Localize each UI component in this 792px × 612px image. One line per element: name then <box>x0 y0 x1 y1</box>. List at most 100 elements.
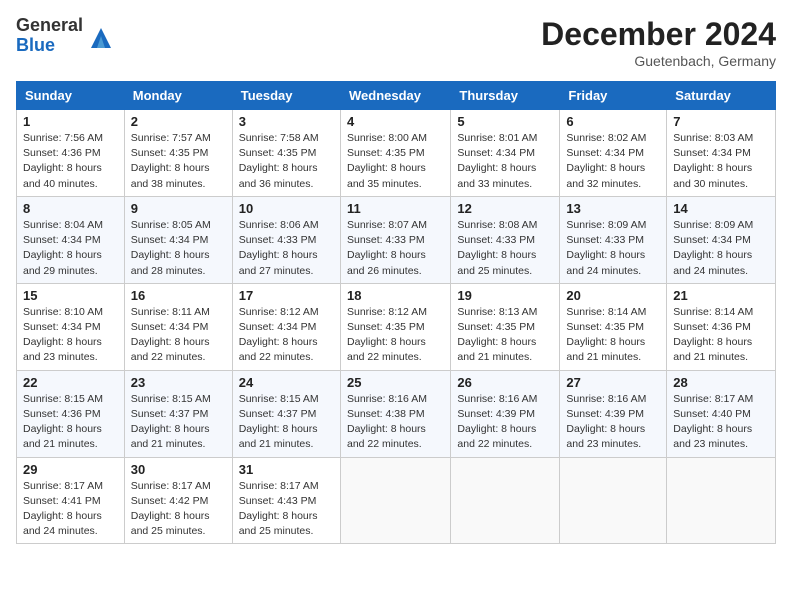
day-number: 21 <box>673 288 769 303</box>
day-info: Sunrise: 8:09 AMSunset: 4:33 PMDaylight:… <box>566 218 660 279</box>
day-info: Sunrise: 8:05 AMSunset: 4:34 PMDaylight:… <box>131 218 226 279</box>
week-row-5: 29Sunrise: 8:17 AMSunset: 4:41 PMDayligh… <box>17 457 776 544</box>
day-number: 18 <box>347 288 444 303</box>
title-section: December 2024 Guetenbach, Germany <box>541 16 776 69</box>
day-info: Sunrise: 8:12 AMSunset: 4:35 PMDaylight:… <box>347 305 444 366</box>
calendar-table: SundayMondayTuesdayWednesdayThursdayFrid… <box>16 81 776 544</box>
calendar-cell: 30Sunrise: 8:17 AMSunset: 4:42 PMDayligh… <box>124 457 232 544</box>
day-number: 20 <box>566 288 660 303</box>
day-info: Sunrise: 8:04 AMSunset: 4:34 PMDaylight:… <box>23 218 118 279</box>
day-header-wednesday: Wednesday <box>340 82 450 110</box>
day-info: Sunrise: 8:08 AMSunset: 4:33 PMDaylight:… <box>457 218 553 279</box>
day-header-row: SundayMondayTuesdayWednesdayThursdayFrid… <box>17 82 776 110</box>
calendar-cell: 5 Sunrise: 8:01 AMSunset: 4:34 PMDaylight… <box>451 110 560 197</box>
day-number: 1 <box>23 114 118 129</box>
calendar-cell: 29Sunrise: 8:17 AMSunset: 4:41 PMDayligh… <box>17 457 125 544</box>
day-info: Sunrise: 8:01 AMSunset: 4:34 PMDaylight:… <box>457 131 553 192</box>
day-number: 3 <box>239 114 334 129</box>
day-number: 17 <box>239 288 334 303</box>
calendar-cell: 15 Sunrise: 8:10 AMSunset: 4:34 PMDayligh… <box>17 283 125 370</box>
calendar-cell: 31 Sunrise: 8:17 AMSunset: 4:43 PMDayligh… <box>232 457 340 544</box>
day-number: 23 <box>131 375 226 390</box>
day-info: Sunrise: 8:14 AMSunset: 4:36 PMDaylight:… <box>673 305 769 366</box>
day-info: Sunrise: 8:17 AMSunset: 4:41 PMDaylight:… <box>23 479 118 540</box>
day-info: Sunrise: 8:11 AMSunset: 4:34 PMDaylight:… <box>131 305 226 366</box>
day-info: Sunrise: 8:16 AMSunset: 4:38 PMDaylight:… <box>347 392 444 453</box>
day-number: 11 <box>347 201 444 216</box>
day-info: Sunrise: 8:15 AMSunset: 4:36 PMDaylight:… <box>23 392 118 453</box>
page-header: General Blue December 2024 Guetenbach, G… <box>16 16 776 69</box>
calendar-cell: 20 Sunrise: 8:14 AMSunset: 4:35 PMDayligh… <box>560 283 667 370</box>
day-info: Sunrise: 8:09 AMSunset: 4:34 PMDaylight:… <box>673 218 769 279</box>
calendar-cell: 9 Sunrise: 8:05 AMSunset: 4:34 PMDaylight… <box>124 196 232 283</box>
calendar-cell: 13 Sunrise: 8:09 AMSunset: 4:33 PMDayligh… <box>560 196 667 283</box>
calendar-cell: 6 Sunrise: 8:02 AMSunset: 4:34 PMDaylight… <box>560 110 667 197</box>
calendar-body: 1 Sunrise: 7:56 AMSunset: 4:36 PMDaylight… <box>17 110 776 544</box>
calendar-cell: 11 Sunrise: 8:07 AMSunset: 4:33 PMDayligh… <box>340 196 450 283</box>
day-number: 5 <box>457 114 553 129</box>
day-number: 24 <box>239 375 334 390</box>
day-info: Sunrise: 8:15 AMSunset: 4:37 PMDaylight:… <box>131 392 226 453</box>
day-info: Sunrise: 8:17 AMSunset: 4:43 PMDaylight:… <box>239 479 334 540</box>
day-number: 15 <box>23 288 118 303</box>
day-header-tuesday: Tuesday <box>232 82 340 110</box>
day-info: Sunrise: 8:17 AMSunset: 4:40 PMDaylight:… <box>673 392 769 453</box>
calendar-cell <box>340 457 450 544</box>
day-header-monday: Monday <box>124 82 232 110</box>
calendar-cell: 25Sunrise: 8:16 AMSunset: 4:38 PMDayligh… <box>340 370 450 457</box>
day-number: 13 <box>566 201 660 216</box>
day-info: Sunrise: 8:03 AMSunset: 4:34 PMDaylight:… <box>673 131 769 192</box>
day-number: 2 <box>131 114 226 129</box>
day-info: Sunrise: 8:10 AMSunset: 4:34 PMDaylight:… <box>23 305 118 366</box>
day-info: Sunrise: 8:15 AMSunset: 4:37 PMDaylight:… <box>239 392 334 453</box>
day-number: 7 <box>673 114 769 129</box>
day-number: 31 <box>239 462 334 477</box>
calendar-cell: 16 Sunrise: 8:11 AMSunset: 4:34 PMDayligh… <box>124 283 232 370</box>
day-number: 30 <box>131 462 226 477</box>
calendar-cell: 19Sunrise: 8:13 AMSunset: 4:35 PMDayligh… <box>451 283 560 370</box>
logo-icon <box>87 24 115 52</box>
day-info: Sunrise: 8:00 AMSunset: 4:35 PMDaylight:… <box>347 131 444 192</box>
calendar-cell: 26 Sunrise: 8:16 AMSunset: 4:39 PMDayligh… <box>451 370 560 457</box>
day-info: Sunrise: 8:02 AMSunset: 4:34 PMDaylight:… <box>566 131 660 192</box>
day-number: 4 <box>347 114 444 129</box>
calendar-cell: 4 Sunrise: 8:00 AMSunset: 4:35 PMDaylight… <box>340 110 450 197</box>
location-subtitle: Guetenbach, Germany <box>541 53 776 69</box>
calendar-cell: 2Sunrise: 7:57 AMSunset: 4:35 PMDaylight… <box>124 110 232 197</box>
logo-blue: Blue <box>16 36 83 56</box>
month-title: December 2024 <box>541 16 776 53</box>
logo: General Blue <box>16 16 115 56</box>
day-number: 12 <box>457 201 553 216</box>
calendar-cell: 1 Sunrise: 7:56 AMSunset: 4:36 PMDaylight… <box>17 110 125 197</box>
day-number: 6 <box>566 114 660 129</box>
calendar-cell <box>560 457 667 544</box>
day-info: Sunrise: 8:06 AMSunset: 4:33 PMDaylight:… <box>239 218 334 279</box>
calendar-cell: 14 Sunrise: 8:09 AMSunset: 4:34 PMDayligh… <box>667 196 776 283</box>
calendar-cell <box>451 457 560 544</box>
calendar-cell: 17Sunrise: 8:12 AMSunset: 4:34 PMDayligh… <box>232 283 340 370</box>
day-number: 14 <box>673 201 769 216</box>
day-header-thursday: Thursday <box>451 82 560 110</box>
day-info: Sunrise: 8:14 AMSunset: 4:35 PMDaylight:… <box>566 305 660 366</box>
logo-general: General <box>16 16 83 36</box>
week-row-2: 8Sunrise: 8:04 AMSunset: 4:34 PMDaylight… <box>17 196 776 283</box>
calendar-cell: 8Sunrise: 8:04 AMSunset: 4:34 PMDaylight… <box>17 196 125 283</box>
week-row-3: 15 Sunrise: 8:10 AMSunset: 4:34 PMDayligh… <box>17 283 776 370</box>
day-header-friday: Friday <box>560 82 667 110</box>
day-info: Sunrise: 8:13 AMSunset: 4:35 PMDaylight:… <box>457 305 553 366</box>
day-number: 9 <box>131 201 226 216</box>
calendar-cell: 18 Sunrise: 8:12 AMSunset: 4:35 PMDayligh… <box>340 283 450 370</box>
day-number: 26 <box>457 375 553 390</box>
calendar-cell: 22 Sunrise: 8:15 AMSunset: 4:36 PMDayligh… <box>17 370 125 457</box>
day-number: 10 <box>239 201 334 216</box>
day-info: Sunrise: 7:56 AMSunset: 4:36 PMDaylight:… <box>23 131 118 192</box>
day-info: Sunrise: 7:58 AMSunset: 4:35 PMDaylight:… <box>239 131 334 192</box>
day-info: Sunrise: 8:07 AMSunset: 4:33 PMDaylight:… <box>347 218 444 279</box>
calendar-header: SundayMondayTuesdayWednesdayThursdayFrid… <box>17 82 776 110</box>
day-number: 28 <box>673 375 769 390</box>
day-number: 16 <box>131 288 226 303</box>
week-row-1: 1 Sunrise: 7:56 AMSunset: 4:36 PMDaylight… <box>17 110 776 197</box>
logo-text: General Blue <box>16 16 83 56</box>
day-number: 22 <box>23 375 118 390</box>
day-info: Sunrise: 8:16 AMSunset: 4:39 PMDaylight:… <box>457 392 553 453</box>
